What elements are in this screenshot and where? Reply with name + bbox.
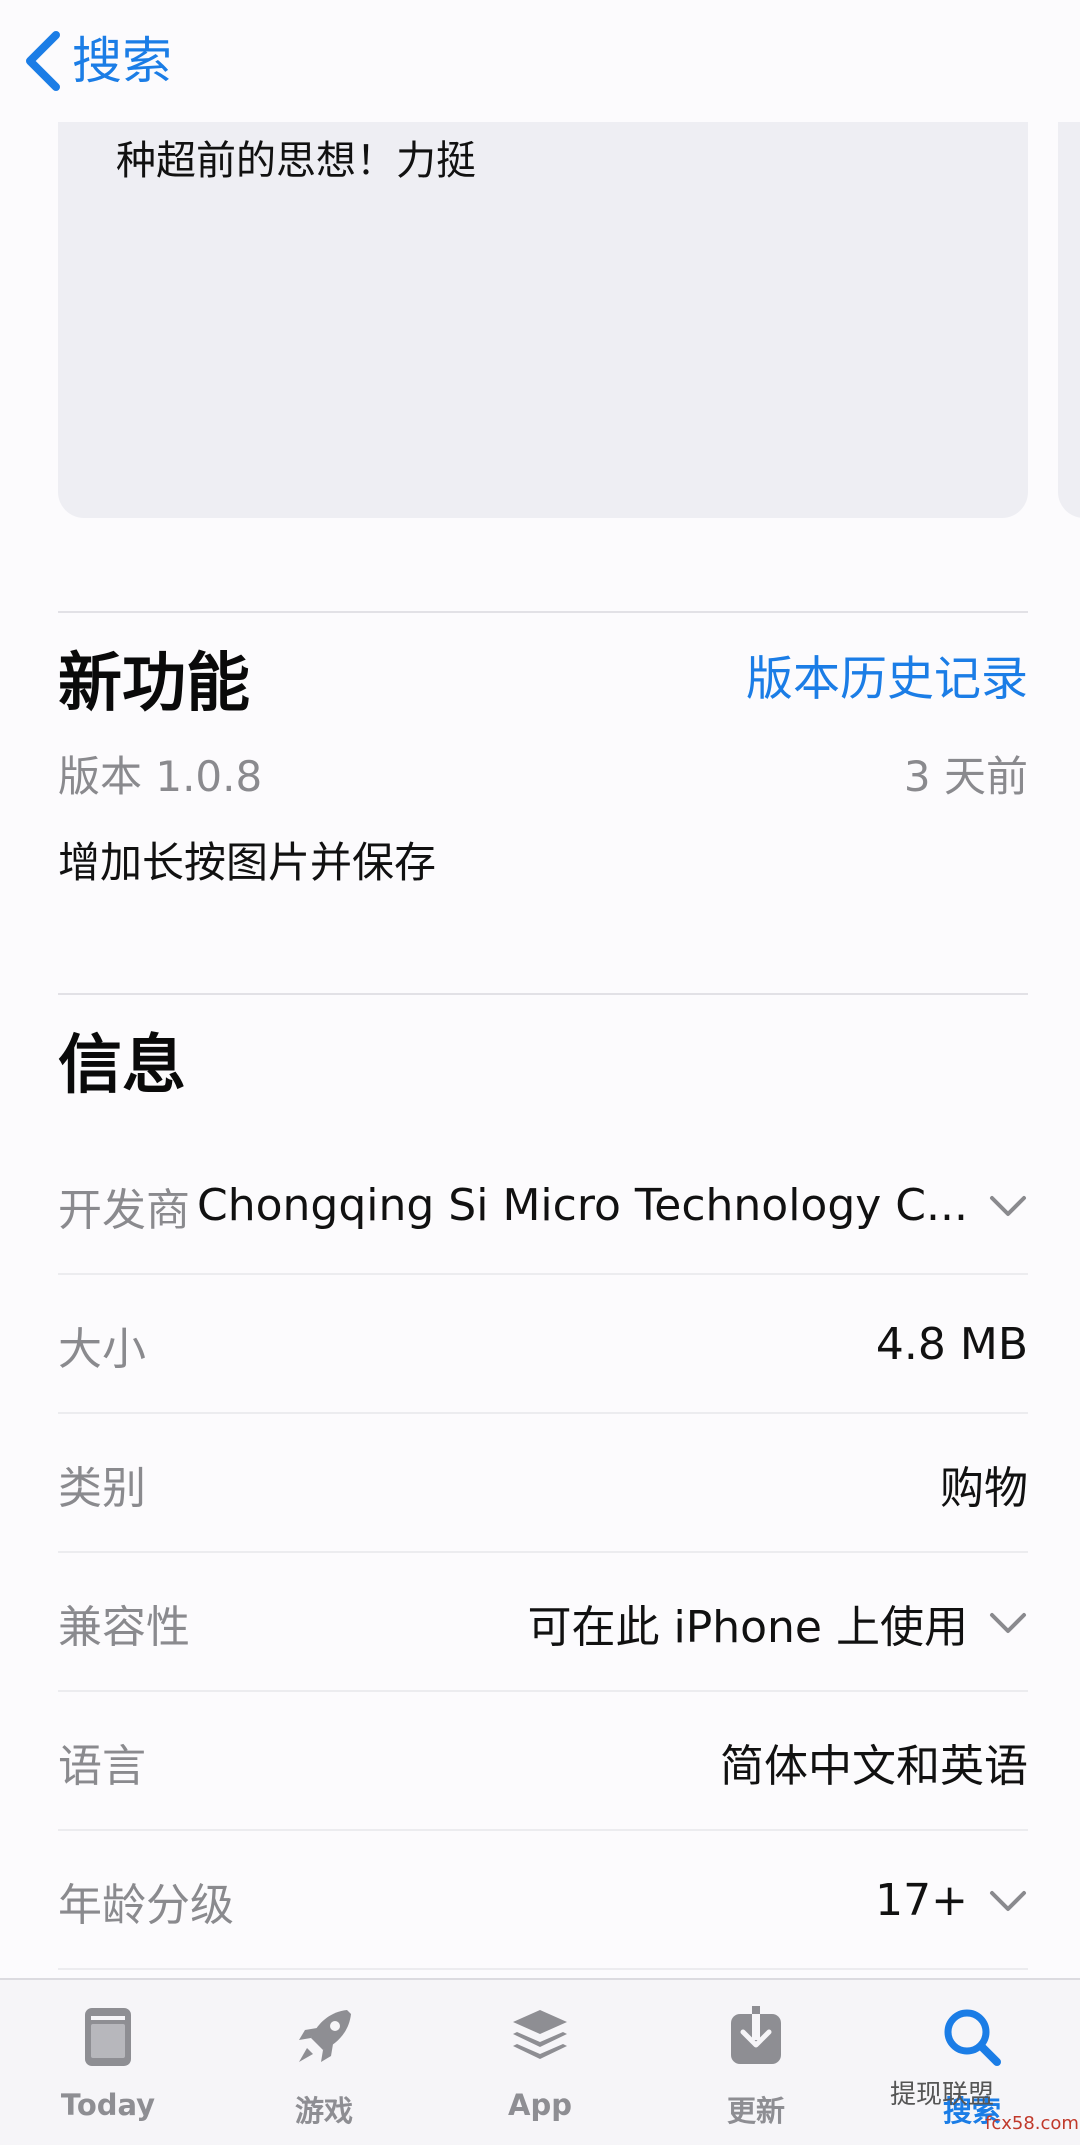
chevron-down-icon (990, 1890, 1026, 1911)
tab-updates[interactable]: 更新 (648, 1980, 864, 2145)
tab-today[interactable]: Today (0, 1980, 216, 2145)
tab-label: 游戏 (294, 2094, 353, 2128)
tab-label: Today (60, 2088, 156, 2122)
tab-bar: Today 游戏 App 更新 搜索 (0, 1978, 1080, 2145)
watermark: 提现联盟 (890, 2080, 995, 2110)
info-row-size: 大小 4.8 MB (58, 1275, 1028, 1414)
whats-new-title: 新功能 (58, 647, 250, 721)
watermark-url: fcx58.com (985, 2113, 1079, 2134)
layers-icon (513, 2010, 567, 2059)
info-value: 可在此 iPhone 上使用 (527, 1601, 969, 1653)
info-value: 简体中文和英语 (720, 1740, 1028, 1792)
info-label: 开发商 (58, 1184, 190, 1236)
next-review-card[interactable] (1058, 80, 1080, 518)
info-value: 购物 (940, 1462, 1028, 1514)
info-value-wrap: Chongqing Si Micro Technology C... (197, 1180, 1028, 1231)
search-icon (944, 2009, 1001, 2066)
info-value-wrap: 可在此 iPhone 上使用 (528, 1591, 1029, 1655)
tab-label: 更新 (726, 2094, 785, 2128)
chevron-down-icon (990, 1195, 1026, 1216)
info-value: Chongqing Si Micro Technology C... (197, 1180, 968, 1231)
back-label: 搜索 (72, 32, 172, 90)
info-row-age-rating[interactable]: 年龄分级 17+ (58, 1831, 1028, 1970)
tab-label: App (508, 2088, 572, 2122)
chevron-left-icon (26, 31, 60, 91)
info-label: 大小 (58, 1323, 146, 1375)
info-value-wrap: 17+ (875, 1875, 1028, 1926)
info-title: 信息 (58, 1029, 186, 1103)
release-age: 3 天前 (903, 752, 1028, 801)
info-value: 4.8 MB (875, 1319, 1028, 1370)
download-icon (731, 2006, 781, 2064)
review-text: 种超前的思想！力挺 (116, 138, 476, 184)
release-notes: 增加长按图片并保存 (58, 838, 437, 887)
chevron-down-icon (990, 1612, 1026, 1633)
info-row-compatibility[interactable]: 兼容性 可在此 iPhone 上使用 (58, 1553, 1028, 1692)
version-number: 版本 1.0.8 (58, 752, 263, 801)
version-history-link[interactable]: 版本历史记录 (746, 656, 1028, 703)
info-label: 语言 (58, 1740, 146, 1792)
info-label: 兼容性 (58, 1601, 190, 1653)
tab-apps[interactable]: App (432, 1980, 648, 2145)
info-label: 年龄分级 (58, 1879, 234, 1931)
rocket-icon (299, 2010, 351, 2062)
info-row-languages: 语言 简体中文和英语 (58, 1692, 1028, 1831)
info-label: 类别 (58, 1462, 146, 1514)
back-button[interactable]: 搜索 (22, 26, 172, 96)
divider (58, 611, 1028, 613)
today-icon (85, 2008, 131, 2066)
divider (58, 993, 1028, 995)
info-row-category: 类别 购物 (58, 1414, 1028, 1553)
tab-games[interactable]: 游戏 (216, 1980, 432, 2145)
info-row-developer[interactable]: 开发商 Chongqing Si Micro Technology C... (58, 1136, 1028, 1275)
navigation-bar: 搜索 (0, 0, 1080, 122)
info-value: 17+ (875, 1875, 968, 1926)
